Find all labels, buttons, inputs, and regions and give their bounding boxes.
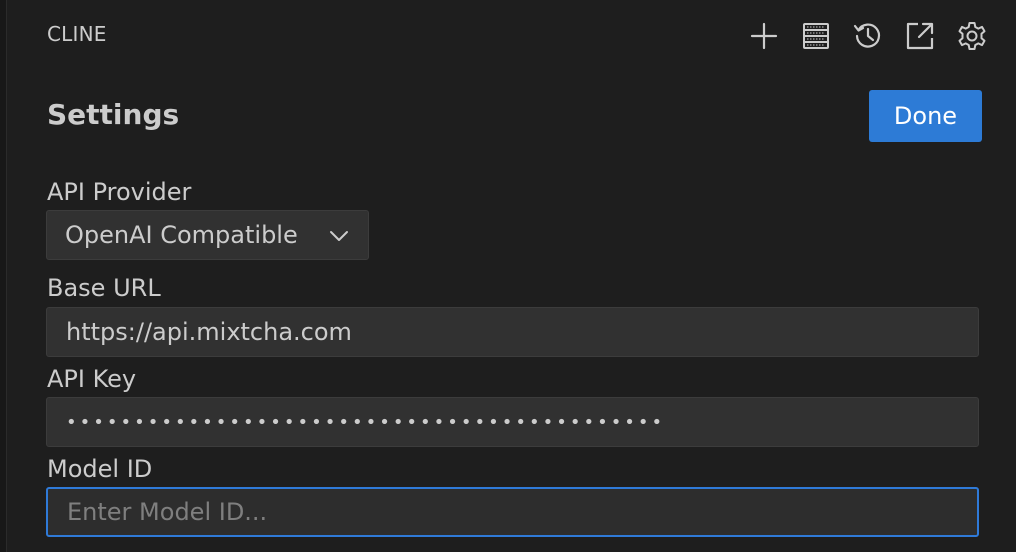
panel-left-edge xyxy=(0,0,7,552)
base-url-label: Base URL xyxy=(47,274,161,302)
base-url-input[interactable] xyxy=(46,307,979,357)
api-provider-select[interactable]: OpenAI Compatible xyxy=(46,210,369,260)
api-provider-label: API Provider xyxy=(47,178,192,206)
server-list-icon xyxy=(801,21,831,51)
settings-button[interactable] xyxy=(954,18,990,54)
popout-icon xyxy=(905,21,935,51)
header-toolbar xyxy=(746,16,990,56)
open-in-editor-button[interactable] xyxy=(902,18,938,54)
gear-icon xyxy=(956,20,988,52)
plus-icon xyxy=(749,21,779,51)
model-id-input[interactable] xyxy=(46,487,979,537)
view-title: CLINE xyxy=(47,22,107,46)
history-icon xyxy=(852,20,884,52)
settings-heading: Settings xyxy=(47,98,180,131)
api-key-input[interactable] xyxy=(46,397,979,447)
done-button[interactable]: Done xyxy=(869,90,982,142)
chevron-down-icon xyxy=(328,225,350,253)
api-key-label: API Key xyxy=(47,365,137,393)
cline-settings-panel: CLINE Settings Done API Provider OpenAI … xyxy=(0,0,1016,552)
mcp-servers-button[interactable] xyxy=(798,18,834,54)
new-task-button[interactable] xyxy=(746,18,782,54)
model-id-label: Model ID xyxy=(47,455,153,483)
history-button[interactable] xyxy=(850,18,886,54)
api-provider-value: OpenAI Compatible xyxy=(65,221,298,249)
